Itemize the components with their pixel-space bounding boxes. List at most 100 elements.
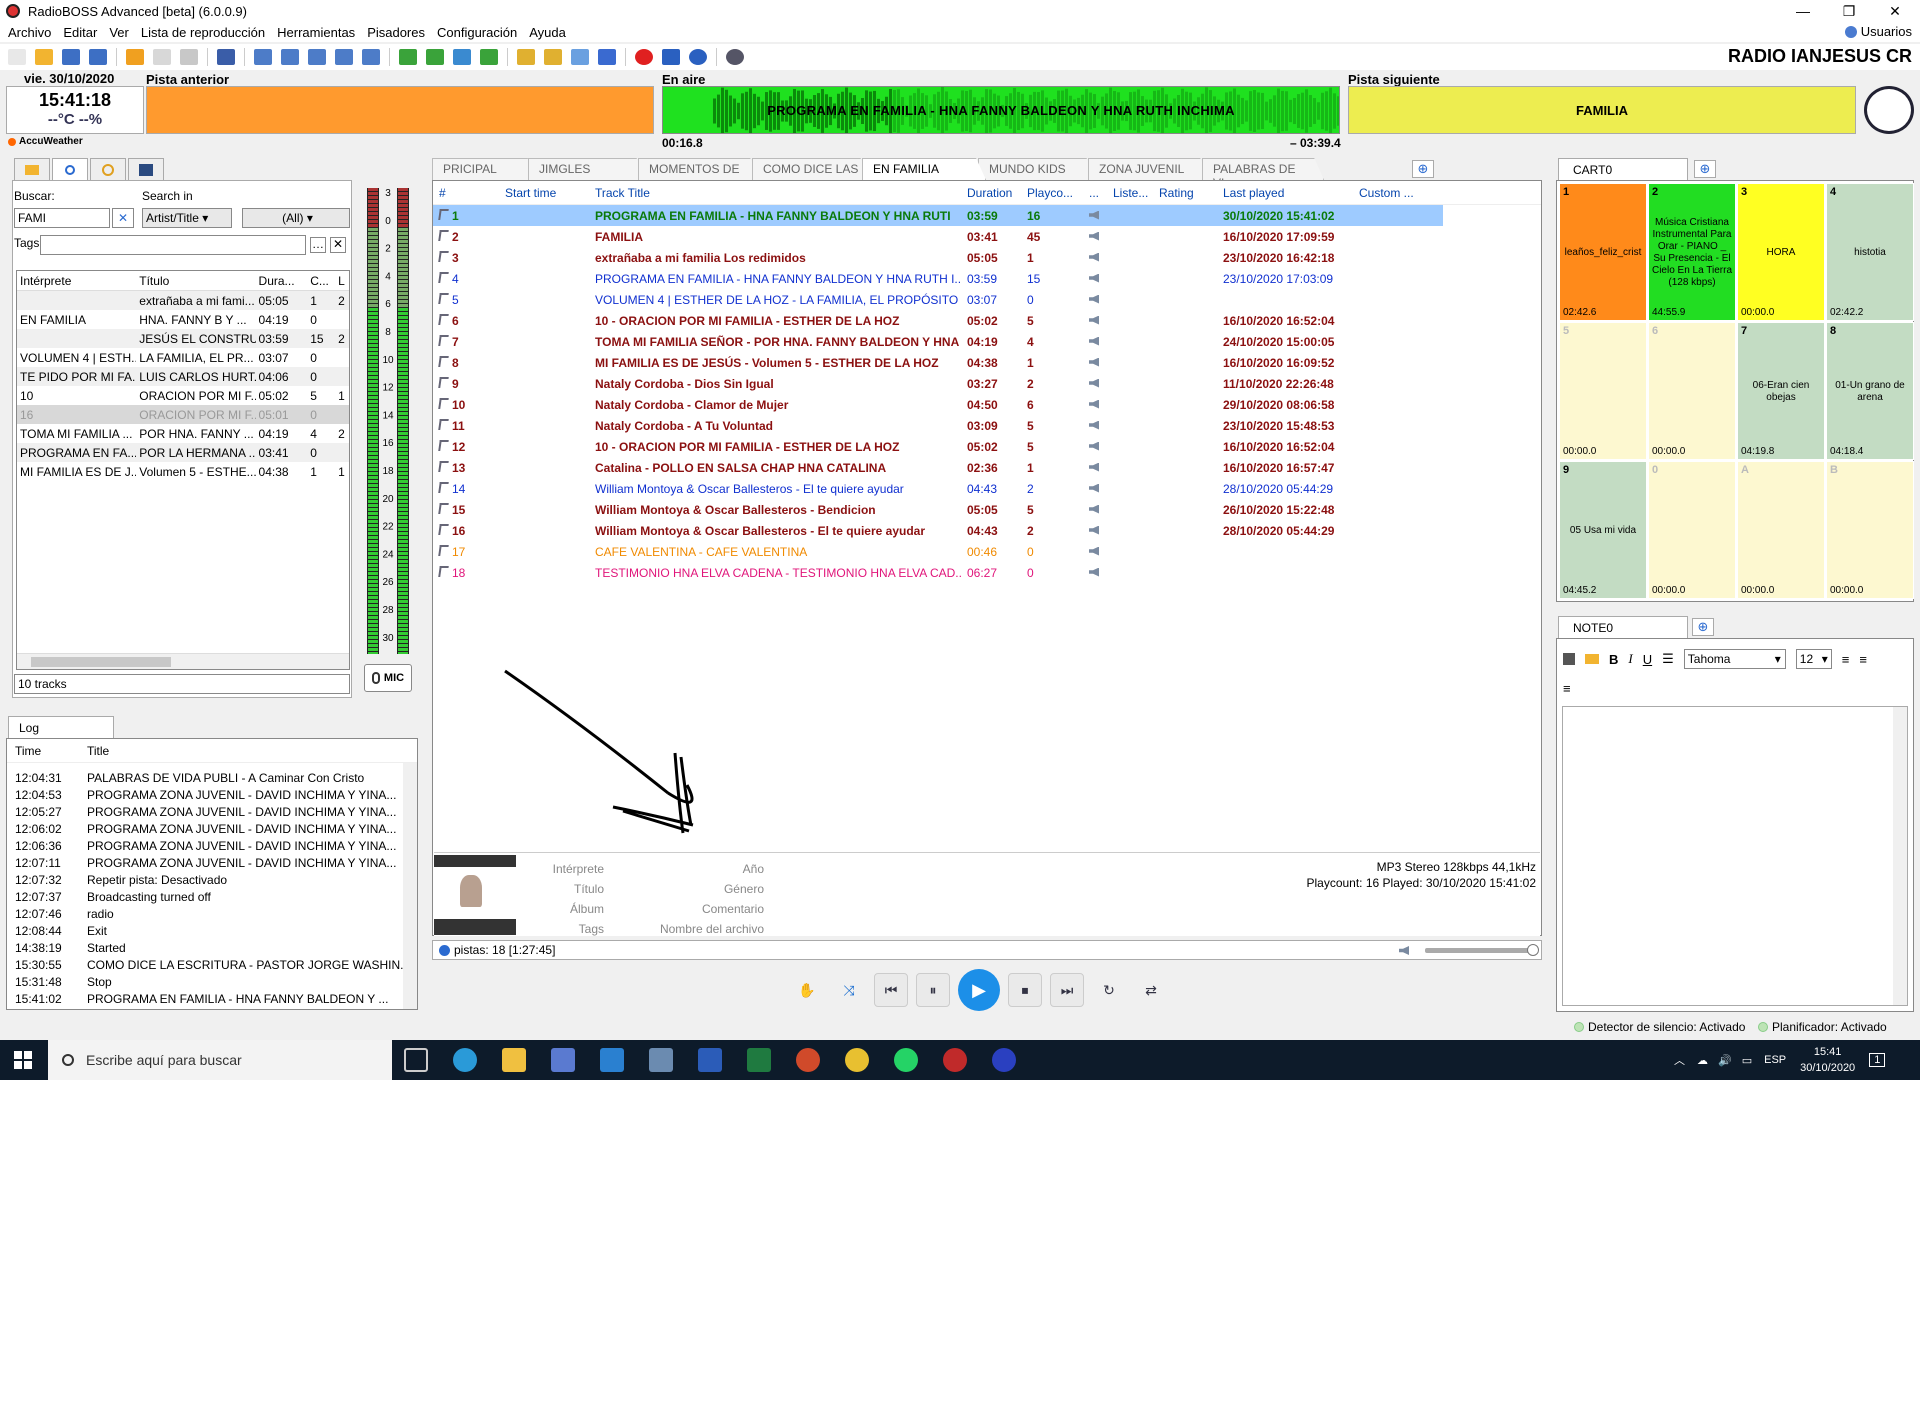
stream-icon[interactable] [571,49,589,65]
playlist-tab[interactable]: ZONA JUVENIL [1088,158,1210,180]
log-row[interactable]: 12:07:32 Repetir pista: Desactivado [7,873,417,890]
menu-item[interactable]: Pisadores [367,25,425,40]
playlist-row[interactable]: 5 VOLUMEN 4 | ESTHER DE LA HOZ - LA FAMIL… [433,289,1443,310]
volume-slider[interactable] [1425,944,1539,956]
playlist-row[interactable]: 12 10 - ORACION POR MI FAMILIA - ESTHER D… [433,436,1443,457]
network-icon[interactable]: ▭ [1742,1054,1752,1067]
volume-slider-handle[interactable] [1527,944,1539,956]
log-row[interactable]: 15:30:55 COMO DICE LA ESCRITURA - PASTOR … [7,958,417,975]
app-taskbar-icon[interactable] [992,1048,1016,1072]
notifications-icon[interactable]: 1 [1869,1053,1886,1067]
stats-icon[interactable] [662,49,680,65]
play-button[interactable]: ▶ [958,969,1000,1011]
volume-icon[interactable] [1399,946,1409,955]
playlist-column-header[interactable]: Custom ... [1353,186,1419,200]
add-url-icon[interactable] [453,49,471,65]
whatsapp-icon[interactable] [894,1048,918,1072]
layout4-icon[interactable] [335,49,353,65]
playlist-column-header[interactable]: ... [1083,186,1107,200]
menu-item[interactable]: Editar [63,25,97,40]
playlist-column-header[interactable]: # [433,186,499,200]
previous-button[interactable]: ⏮ [874,973,908,1007]
log-row[interactable]: 15:31:48 Stop [7,975,417,992]
tab-history[interactable] [90,158,126,180]
scheduler-status[interactable]: Planificador: Activado [1758,1020,1887,1034]
note-open-icon[interactable] [1585,654,1599,664]
taskbar-search[interactable]: Escribe aquí para buscar [48,1040,392,1080]
add-cart-button[interactable]: ⊕ [1694,160,1716,178]
playlist-row[interactable]: 17 CAFE VALENTINA - CAFE VALENTINA 00:46 0 [433,541,1443,562]
tab-folder[interactable] [14,158,50,180]
playlist-row[interactable]: 9 Nataly Cordoba - Dios Sin Igual 03:27 2 11… [433,373,1443,394]
cart-slot[interactable]: 1 leaños_feliz_crist 02:42.6 [1559,183,1647,321]
menu-item[interactable]: Ver [109,25,129,40]
cart-slot[interactable]: B 00:00.0 [1826,461,1914,599]
scheduler-icon[interactable] [517,49,535,65]
tab-search[interactable] [52,158,88,180]
results-scrollbar[interactable] [17,653,349,669]
broadcast-icon[interactable] [689,49,707,65]
playlist-column-header[interactable]: Start time [499,186,589,200]
align-right-icon[interactable]: ≡ [1563,681,1571,696]
jingles-icon[interactable] [544,49,562,65]
tags-clear-button[interactable]: ✕ [330,237,346,253]
restore-button[interactable]: ❐ [1826,0,1872,22]
mic-button[interactable]: MIC [364,664,412,692]
language-indicator[interactable]: ESP [1764,1054,1786,1066]
align-left-icon[interactable]: ≡ [1842,652,1850,667]
log-row[interactable]: 12:04:31 PALABRAS DE VIDA PUBLI - A Camin… [7,771,417,788]
silence-detector-status[interactable]: Detector de silencio: Activado [1574,1020,1745,1034]
layout1-icon[interactable] [254,49,272,65]
result-row[interactable]: TOMA MI FAMILIA ... POR HNA. FANNY ... 04:… [17,424,349,443]
add-track-icon[interactable] [399,49,417,65]
edge-icon[interactable] [453,1048,477,1072]
menu-item[interactable]: Configuración [437,25,517,40]
playlist-row[interactable]: 6 10 - ORACION POR MI FAMILIA - ESTHER DE… [433,310,1443,331]
playlist-row[interactable]: 14 William Montoya & Oscar Ballesteros - … [433,478,1443,499]
pause-button[interactable]: ⏸ [916,973,950,1007]
cart-slot[interactable]: 8 01-Un grano de arena 04:18.4 [1826,322,1914,460]
stop-button[interactable]: ⏹ [1008,973,1042,1007]
add-special-icon[interactable] [480,49,498,65]
column-header[interactable]: C... [307,274,335,288]
shuffle-button[interactable]: ⤨ [832,973,866,1007]
cart-slot[interactable]: A 00:00.0 [1737,461,1825,599]
report-icon[interactable] [598,49,616,65]
result-row[interactable]: VOLUMEN 4 | ESTH... LA FAMILIA, EL PR... 0… [17,348,349,367]
cart-slot[interactable]: 5 00:00.0 [1559,322,1647,460]
excel-icon[interactable] [747,1048,771,1072]
add-note-button[interactable]: ⊕ [1692,618,1714,636]
tab-log[interactable]: Log [8,716,114,738]
cart-slot[interactable]: 7 06-Eran cien obejas 04:19.8 [1737,322,1825,460]
add-folder-icon[interactable] [426,49,444,65]
result-row[interactable]: 16 ORACION POR MI F... 05:01 0 [17,405,349,424]
bold-button[interactable]: B [1609,652,1618,667]
cart-slot[interactable]: 9 05 Usa mi vida 04:45.2 [1559,461,1647,599]
store-icon[interactable] [551,1048,575,1072]
log-row[interactable]: 12:06:02 PROGRAMA ZONA JUVENIL - DAVID IN… [7,822,417,839]
cart-slot[interactable]: 6 00:00.0 [1648,322,1736,460]
save-icon[interactable] [62,49,80,65]
cart-slot[interactable]: 4 histotia 02:42.2 [1826,183,1914,321]
copy-icon[interactable] [153,49,171,65]
playlist-row[interactable]: 10 Nataly Cordoba - Clamor de Mujer 04:50 6… [433,394,1443,415]
record-icon[interactable] [635,49,653,65]
cart-slot[interactable]: 2 Música Cristiana Instrumental Para Orar… [1648,183,1736,321]
playlist-column-header[interactable]: Duration [961,186,1021,200]
cart-slot[interactable]: 0 00:00.0 [1648,461,1736,599]
column-header[interactable]: Título [136,274,255,288]
undo-icon[interactable] [217,49,235,65]
playlist-row[interactable]: 8 MI FAMILIA ES DE JESÚS - Volumen 5 - ES… [433,352,1443,373]
word-icon[interactable] [698,1048,722,1072]
log-row[interactable]: 12:07:46 radio [7,907,417,924]
users-menu[interactable]: Usuarios [1844,24,1912,39]
playlist-row[interactable]: 16 William Montoya & Oscar Ballesteros - … [433,520,1443,541]
playlist-row[interactable]: 13 Catalina - POLLO EN SALSA CHAP HNA CAT… [433,457,1443,478]
column-header[interactable]: Dura... [256,274,308,288]
next-track-box[interactable]: FAMILIA [1348,86,1856,134]
search-in-select[interactable]: Artist/Title ▾ [142,208,232,228]
font-size-select[interactable]: 12 ▾ [1795,649,1832,669]
playlist-tab[interactable]: COMO DICE LAS ... [752,158,870,180]
result-row[interactable]: extrañaba a mi fami... 05:05 1 2 [17,291,349,310]
result-row[interactable]: 10 ORACION POR MI F... 05:02 5 1 [17,386,349,405]
